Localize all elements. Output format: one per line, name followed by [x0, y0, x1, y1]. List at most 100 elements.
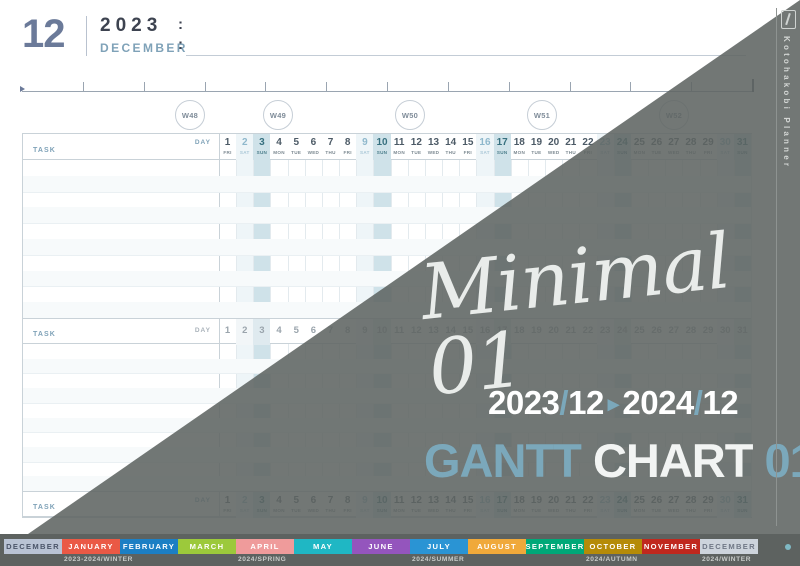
date-cell-20[interactable]: 20 WED: [545, 134, 562, 160]
ruler-tick: [204, 82, 206, 92]
month-tab-january-1[interactable]: JANUARY: [62, 539, 120, 554]
week-marker-w49: W49: [263, 100, 293, 130]
date-weekday: MON: [273, 150, 285, 155]
date-number: 8: [344, 137, 351, 148]
header-divider: [86, 16, 87, 56]
date-number: 2: [242, 325, 248, 336]
date-cell-18[interactable]: 18 MON: [511, 134, 528, 160]
month-tab-october-10[interactable]: OCTOBER: [584, 539, 642, 554]
day-column-label: DAY: [194, 327, 211, 334]
date-cell-5[interactable]: 5 TUE: [288, 134, 305, 160]
date-weekday: TUE: [291, 150, 302, 155]
month-tab-bar[interactable]: DECEMBER JANUARY FEBRUARY MARCH APRIL MAY JUNE…: [0, 534, 800, 566]
week-marker-w51: W51: [527, 100, 557, 130]
date-weekday: TUE: [531, 150, 542, 155]
date-cell-1[interactable]: 1: [219, 319, 236, 345]
month-tab-june-6[interactable]: JUNE: [352, 539, 410, 554]
date-cell-12[interactable]: 12 TUE: [408, 134, 425, 160]
date-weekday: WED: [547, 150, 560, 155]
header-write-line: [186, 55, 746, 56]
date-number: 15: [462, 137, 474, 148]
ruler-tick: [326, 82, 328, 92]
brand-logo-icon: [781, 10, 796, 29]
month-tab-april-4[interactable]: APRIL: [236, 539, 294, 554]
month-tab-july-7[interactable]: JULY: [410, 539, 468, 554]
date-number: 18: [513, 137, 525, 148]
date-weekday: FRI: [343, 150, 352, 155]
date-number: 1: [224, 325, 231, 336]
date-cell-2[interactable]: 2: [236, 319, 254, 345]
date-number: 4: [276, 325, 282, 336]
date-number: 4: [276, 137, 282, 148]
month-tab-december-0[interactable]: DECEMBER: [4, 539, 62, 554]
ruler-tick: [569, 82, 571, 92]
date-cell-8[interactable]: 8 FRI: [339, 134, 356, 160]
date-cell-1[interactable]: 1 FRI: [219, 134, 236, 160]
date-weekday: SUN: [376, 150, 388, 155]
date-weekday: SAT: [480, 150, 490, 155]
date-weekday: THU: [325, 150, 336, 155]
week-marker-w48: W48: [175, 100, 205, 130]
date-weekday: SAT: [239, 150, 250, 155]
date-number: 20: [548, 137, 560, 148]
date-number: 19: [530, 137, 543, 148]
date-cell-16[interactable]: 16 SAT: [476, 134, 494, 160]
date-number: 5: [293, 325, 299, 336]
date-number: 13: [427, 137, 440, 148]
date-cell-2[interactable]: 2 SAT: [236, 134, 254, 160]
planner-page: 12 2023 DECEMBER : : W48W49W50W51W52 TAS…: [0, 0, 800, 566]
brand-name: Kotohakobi Planner: [782, 36, 791, 170]
date-cell-9[interactable]: 9 SAT: [356, 134, 374, 160]
ruler-tick: [447, 82, 449, 92]
date-cell-10[interactable]: 10 SUN: [373, 134, 391, 160]
date-number: 11: [393, 137, 405, 148]
date-number: 17: [496, 137, 508, 148]
season-label: 2024/SPRING: [238, 556, 287, 563]
date-cell-11[interactable]: 11 MON: [391, 134, 408, 160]
day-column-label: DAY: [194, 139, 211, 146]
date-cell-4[interactable]: 4 MON: [270, 134, 287, 160]
month-tab-february-2[interactable]: FEBRUARY: [120, 539, 178, 554]
date-weekday: THU: [445, 150, 456, 155]
month-tab-december-12[interactable]: DECEMBER: [700, 539, 758, 554]
date-weekday: TUE: [411, 150, 422, 155]
month-tab-november-11[interactable]: NOVEMBER: [642, 539, 700, 554]
date-number: 5: [293, 137, 299, 148]
task-column-label: TASK: [33, 504, 56, 511]
header-month-number: 12: [22, 12, 65, 56]
date-cell-6[interactable]: 6 WED: [305, 134, 322, 160]
date-number: 10: [376, 137, 388, 148]
month-tab-september-9[interactable]: SEPTEMBER: [526, 539, 584, 554]
task-column-label: TASK: [33, 147, 56, 154]
date-number: 6: [310, 137, 317, 148]
month-tab-may-5[interactable]: MAY: [294, 539, 352, 554]
season-label: 2023-2024/WINTER: [64, 556, 133, 563]
month-tab-march-3[interactable]: MARCH: [178, 539, 236, 554]
date-weekday: SUN: [256, 150, 268, 155]
header-colon-top: :: [178, 16, 183, 33]
date-weekday: SAT: [359, 150, 370, 155]
date-cell-3[interactable]: 3: [253, 319, 271, 345]
ruler-tick: [630, 82, 632, 92]
season-label: 2024/WINTER: [702, 556, 752, 563]
ruler-tick: [387, 82, 388, 92]
date-cell-3[interactable]: 3 SUN: [253, 134, 271, 160]
date-weekday: FRI: [463, 150, 472, 155]
date-cell-15[interactable]: 15 FRI: [459, 134, 476, 160]
month-tab-august-8[interactable]: AUGUST: [468, 539, 526, 554]
date-cell-7[interactable]: 7 THU: [322, 134, 339, 160]
ruler-tick: [508, 82, 510, 92]
task-column-label: TASK: [33, 331, 56, 338]
header-month-name: DECEMBER: [100, 41, 188, 55]
date-cell-19[interactable]: 19 TUE: [528, 134, 545, 160]
date-weekday: WED: [307, 150, 320, 155]
date-number: 21: [565, 137, 577, 148]
date-number: 2: [241, 137, 248, 148]
date-number: 3: [259, 137, 265, 148]
date-cell-5[interactable]: 5: [288, 319, 305, 345]
date-cell-17[interactable]: 17 SUN: [493, 134, 511, 160]
date-cell-4[interactable]: 4: [270, 319, 287, 345]
date-cell-13[interactable]: 13 WED: [425, 134, 442, 160]
date-cell-14[interactable]: 14 THU: [442, 134, 459, 160]
season-label: 2024/AUTUMN: [586, 556, 638, 563]
